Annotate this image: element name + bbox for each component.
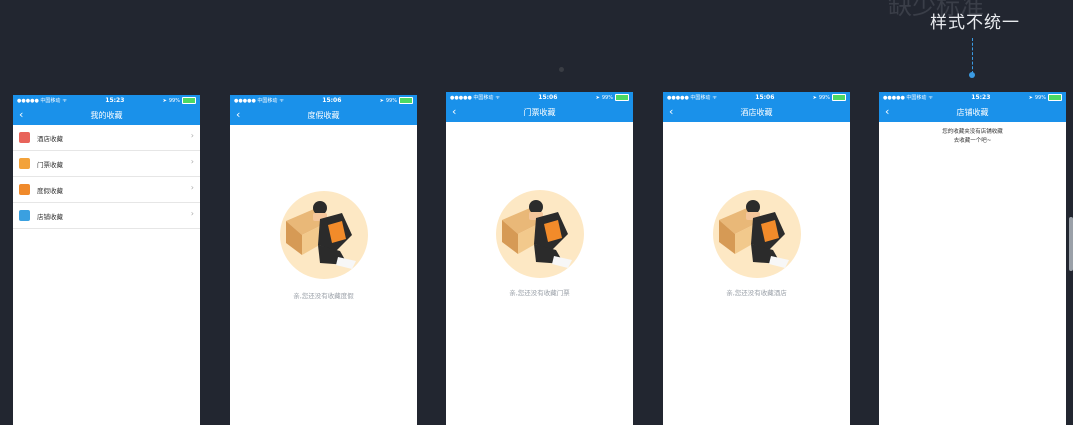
empty-state-text: 亲,您还没有收藏酒店 xyxy=(726,289,787,297)
battery-text: 99% xyxy=(385,97,397,104)
battery-icon xyxy=(1048,94,1062,101)
status-bar: ●●●●● 中国移动 ᯤ 15:06 ➤ 99% xyxy=(663,92,850,103)
phone-screen-ticket-favorites: ●●●●● 中国移动 ᯤ 15:06 ➤ 99% ‹ 门票收藏 亲,您还没有收藏门票 xyxy=(446,92,633,425)
empty-state-illustration xyxy=(496,190,584,278)
nav-bar: ‹ 度假收藏 xyxy=(230,106,417,125)
page-title: 度假收藏 xyxy=(307,111,340,120)
carrier-text: ●●●●● 中国移动 xyxy=(17,98,61,104)
page-title: 门票收藏 xyxy=(523,108,556,117)
carrier-text: ●●●●● 中国移动 xyxy=(883,95,927,101)
annotation-label: 样式不统一 xyxy=(930,13,1020,33)
list-item-label: 门票收藏 xyxy=(37,160,63,169)
empty-state-text: 亲,您还没有收藏度假 xyxy=(293,292,354,300)
list-item-ticket[interactable]: 门票收藏 › xyxy=(13,151,200,177)
empty-state-illustration xyxy=(280,191,368,279)
list-item-shop[interactable]: 店铺收藏 › xyxy=(13,203,200,229)
status-bar: ●●●●● 中国移动 ᯤ 15:06 ➤ 99% xyxy=(230,95,417,106)
nav-bar: ‹ 店铺收藏 xyxy=(879,103,1066,122)
carrier-text: ●●●●● 中国移动 xyxy=(234,98,278,104)
decorative-dot xyxy=(559,67,564,72)
battery-icon xyxy=(832,94,846,101)
annotation-connector-dot xyxy=(969,72,975,78)
battery-text: 99% xyxy=(168,97,180,104)
location-icon: ➤ xyxy=(162,97,167,104)
location-icon: ➤ xyxy=(812,94,817,101)
chevron-right-icon: › xyxy=(190,209,194,218)
list-item-hotel[interactable]: 酒店收藏 › xyxy=(13,125,200,151)
list-item-label: 店铺收藏 xyxy=(37,212,63,221)
location-icon: ➤ xyxy=(1028,94,1033,101)
clock: 15:06 xyxy=(538,94,558,101)
page-title: 我的收藏 xyxy=(90,111,123,120)
clock: 15:06 xyxy=(322,97,342,104)
scrollbar-thumb[interactable] xyxy=(1069,217,1073,271)
status-bar: ●●●●● 中国移动 ᯤ 15:23 ➤ 99% xyxy=(13,95,200,106)
chevron-right-icon: › xyxy=(190,183,194,192)
phone-screen-my-favorites: ●●●●● 中国移动 ᯤ 15:23 ➤ 99% ‹ 我的收藏 酒店收藏 › 门票收… xyxy=(13,95,200,425)
shop-icon xyxy=(19,210,30,221)
empty-message-line-2: 去收藏一个吧~ xyxy=(953,138,992,144)
location-icon: ➤ xyxy=(595,94,600,101)
clock: 15:06 xyxy=(755,94,775,101)
phone-screen-vacation-favorites: ●●●●● 中国移动 ᯤ 15:06 ➤ 99% ‹ 度假收藏 亲,您还没有收藏度假 xyxy=(230,95,417,425)
clock: 15:23 xyxy=(971,94,991,101)
hotel-icon xyxy=(19,132,30,143)
nav-bar: ‹ 酒店收藏 xyxy=(663,103,850,122)
empty-state-text: 亲,您还没有收藏门票 xyxy=(509,289,570,297)
battery-icon xyxy=(615,94,629,101)
empty-state-illustration xyxy=(713,190,801,278)
status-bar: ●●●●● 中国移动 ᯤ 15:06 ➤ 99% xyxy=(446,92,633,103)
page-title: 酒店收藏 xyxy=(740,108,773,117)
battery-icon xyxy=(182,97,196,104)
list-item-vacation[interactable]: 度假收藏 › xyxy=(13,177,200,203)
vacation-icon xyxy=(19,184,30,195)
battery-text: 99% xyxy=(818,94,830,101)
carrier-text: ●●●●● 中国移动 xyxy=(667,95,711,101)
annotation-connector-line xyxy=(972,38,973,74)
chevron-right-icon: › xyxy=(190,131,194,140)
battery-text: 99% xyxy=(1034,94,1046,101)
nav-bar: ‹ 门票收藏 xyxy=(446,103,633,122)
list-item-label: 度假收藏 xyxy=(37,186,63,195)
status-bar: ●●●●● 中国移动 ᯤ 15:23 ➤ 99% xyxy=(879,92,1066,103)
battery-text: 99% xyxy=(601,94,613,101)
phone-screen-hotel-favorites: ●●●●● 中国移动 ᯤ 15:06 ➤ 99% ‹ 酒店收藏 亲,您还没有收藏酒店 xyxy=(663,92,850,425)
phone-screen-shop-favorites: ●●●●● 中国移动 ᯤ 15:23 ➤ 99% ‹ 店铺收藏 您的收藏夹没有店铺收… xyxy=(879,92,1066,425)
empty-state-message: 您的收藏夹没有店铺收藏 去收藏一个吧~ xyxy=(879,128,1066,146)
nav-bar: ‹ 我的收藏 xyxy=(13,106,200,125)
ticket-icon xyxy=(19,158,30,169)
empty-message-line-1: 您的收藏夹没有店铺收藏 xyxy=(942,129,1003,135)
chevron-right-icon: › xyxy=(190,157,194,166)
clock: 15:23 xyxy=(105,97,125,104)
page-title: 店铺收藏 xyxy=(956,108,989,117)
list-item-label: 酒店收藏 xyxy=(37,134,63,143)
location-icon: ➤ xyxy=(379,97,384,104)
battery-icon xyxy=(399,97,413,104)
carrier-text: ●●●●● 中国移动 xyxy=(450,95,494,101)
